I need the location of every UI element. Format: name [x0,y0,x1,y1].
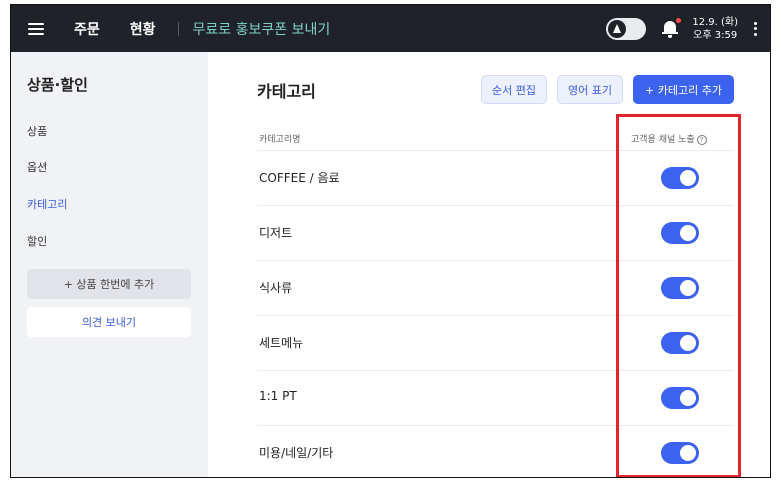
category-name: 1:1 PT [259,389,297,403]
top-bar: 주문 현황 무료로 홍보쿠폰 보내기 12.9. (화) 오후 3:59 [11,5,770,52]
sidebar-title: 상품·할인 [27,76,88,94]
sidebar-item-products[interactable]: 상품 [27,123,47,139]
english-label-button[interactable]: 영어 표기 [557,75,623,104]
category-name: 식사류 [259,281,293,295]
clock: 12.9. (화) 오후 3:59 [692,16,738,42]
category-name: 세트메뉴 [259,336,304,350]
send-feedback-button[interactable]: 의견 보내기 [27,307,191,337]
clock-date: 12.9. (화) [692,16,738,28]
page-title: 카테고리 [257,82,316,101]
menu-icon[interactable] [28,22,44,35]
category-name: COFFEE / 음료 [259,171,340,185]
app-window: 주문 현황 무료로 홍보쿠폰 보내기 12.9. (화) 오후 3:59 상품·… [10,4,771,478]
sidebar-item-discounts[interactable]: 할인 [27,233,47,249]
nav-divider [177,21,179,36]
more-vertical-icon[interactable] [754,21,758,36]
dark-mode-icon[interactable] [606,17,647,40]
sidebar: 상품·할인 상품 옵션 카테고리 할인 + 상품 한번에 추가 의견 보내기 [11,52,208,477]
category-name: 미용/네일/기타 [259,446,334,460]
sidebar-item-options[interactable]: 옵션 [27,159,47,175]
column-header-name: 카테고리명 [259,135,301,145]
bell-icon[interactable] [662,17,682,38]
promo-coupon-link[interactable]: 무료로 홍보쿠폰 보내기 [193,19,331,39]
add-category-button[interactable]: + 카테고리 추가 [633,75,734,104]
nav-order[interactable]: 주문 [74,19,100,39]
sidebar-item-categories[interactable]: 카테고리 [27,196,67,212]
nav-status[interactable]: 현황 [130,19,156,39]
reorder-button[interactable]: 순서 편집 [481,75,547,104]
highlight-box [616,114,741,477]
bulk-add-products-button[interactable]: + 상품 한번에 추가 [27,269,191,299]
category-name: 디저트 [259,226,293,240]
clock-time: 오후 3:59 [693,29,738,41]
notification-dot [676,17,682,23]
